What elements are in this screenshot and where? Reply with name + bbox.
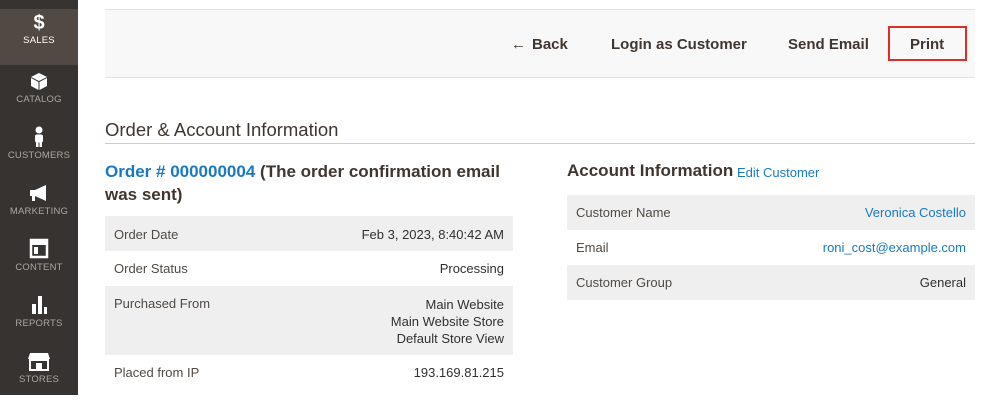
nav-label-sales: SALES [23, 35, 55, 46]
table-row: Order Status Processing [105, 251, 513, 286]
store-name: Main Website Store [390, 314, 504, 329]
storefront-icon [0, 348, 78, 372]
customer-group-value: General [919, 275, 966, 290]
login-as-customer-button[interactable]: Login as Customer [611, 36, 747, 53]
customer-name-link[interactable]: Veronica Costello [736, 195, 975, 230]
table-row: Customer Name Veronica Costello [567, 195, 975, 230]
nav-item-customers[interactable]: CUSTOMERS [0, 124, 78, 180]
email-label: Email [576, 240, 609, 255]
table-row: Customer Group General [567, 265, 975, 300]
print-button[interactable]: Print [910, 36, 944, 53]
nav-label-marketing: MARKETING [9, 206, 69, 217]
order-date-label: Order Date [114, 227, 179, 242]
edit-customer-link[interactable]: Edit Customer [737, 165, 819, 180]
customer-name-label: Customer Name [576, 205, 671, 220]
arrow-left-icon: ← [511, 36, 526, 53]
order-status-value: Processing [439, 261, 504, 276]
placed-from-ip-value: 193.169.81.215 [413, 365, 504, 380]
nav-label-customers: CUSTOMERS [7, 150, 71, 161]
person-icon [0, 124, 78, 148]
back-label: Back [532, 36, 568, 53]
email-link[interactable]: roni_cost@example.com [736, 230, 975, 265]
nav-label-content: CONTENT [15, 262, 63, 273]
nav-label-catalog: CATALOG [16, 94, 62, 105]
bar-chart-icon [0, 292, 78, 316]
section-divider [105, 143, 975, 144]
svg-text:$: $ [33, 12, 44, 33]
nav-item-catalog[interactable]: CATALOG [0, 68, 78, 124]
account-info-title: Account Information [567, 161, 734, 180]
nav-label-stores: STORES [18, 374, 60, 385]
table-row: Email roni_cost@example.com [567, 230, 975, 265]
nav-label-reports: REPORTS [15, 318, 63, 329]
section-title: Order & Account Information [105, 119, 339, 140]
nav-item-content[interactable]: CONTENT [0, 236, 78, 292]
purchased-from-label: Purchased From [114, 296, 211, 311]
nav-item-reports[interactable]: REPORTS [0, 292, 78, 348]
purchased-from-value: Main Website Main Website Store Default … [275, 286, 513, 355]
nav-item-sales[interactable]: $ SALES [0, 9, 78, 65]
placed-from-ip-label: Placed from IP [114, 365, 200, 380]
table-row: Purchased From Main Website Main Website… [105, 286, 513, 355]
store-view-name: Default Store View [396, 331, 504, 346]
nav-item-stores[interactable]: STORES [0, 348, 78, 404]
table-row: Order Date Feb 3, 2023, 8:40:42 AM [105, 216, 513, 251]
order-title: Order # 000000004 (The order confirmatio… [105, 160, 515, 206]
dollar-icon: $ [0, 9, 78, 33]
layout-icon [0, 236, 78, 260]
order-date-value: Feb 3, 2023, 8:40:42 AM [361, 227, 504, 242]
page-actions-toolbar: ← Back Login as Customer Send Email Print [105, 9, 975, 78]
megaphone-icon [0, 180, 78, 204]
customer-group-label: Customer Group [576, 275, 673, 290]
nav-item-marketing[interactable]: MARKETING [0, 180, 78, 236]
table-row: Placed from IP 193.169.81.215 [105, 355, 513, 390]
account-info-table: Customer Name Veronica Costello Email ro… [567, 195, 975, 300]
order-status-label: Order Status [114, 261, 188, 276]
admin-sidebar: $ SALES CATALOG CUSTOMERS MARKETING CONT… [0, 0, 78, 395]
back-button[interactable]: ← Back [511, 36, 568, 53]
send-email-button[interactable]: Send Email [788, 36, 869, 53]
website-name: Main Website [425, 297, 504, 312]
order-number-link[interactable]: Order # 000000004 [105, 162, 255, 181]
order-info-table: Order Date Feb 3, 2023, 8:40:42 AM Order… [105, 216, 513, 390]
cube-icon [0, 68, 78, 92]
